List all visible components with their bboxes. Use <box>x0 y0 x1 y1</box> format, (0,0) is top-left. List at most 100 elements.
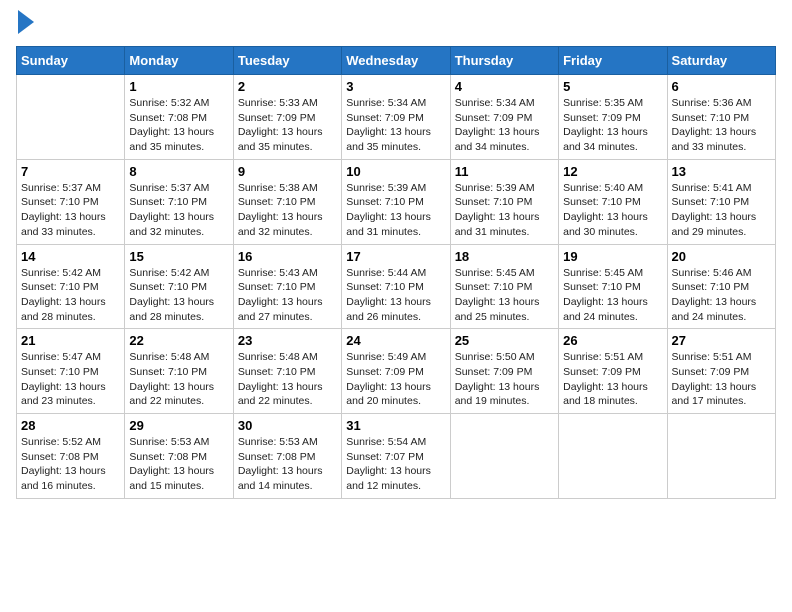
calendar-cell: 6 Sunrise: 5:36 AMSunset: 7:10 PMDaylight… <box>667 75 775 160</box>
calendar-cell: 9 Sunrise: 5:38 AMSunset: 7:10 PMDaylight… <box>233 159 341 244</box>
calendar-body: 1 Sunrise: 5:32 AMSunset: 7:08 PMDaylight… <box>17 75 776 499</box>
calendar-cell: 7 Sunrise: 5:37 AMSunset: 7:10 PMDaylight… <box>17 159 125 244</box>
calendar-week-row: 28Sunrise: 5:52 AMSunset: 7:08 PMDayligh… <box>17 414 776 499</box>
weekday-header-tuesday: Tuesday <box>233 47 341 75</box>
day-number: 17 <box>346 249 445 264</box>
day-number: 26 <box>563 333 662 348</box>
day-number: 9 <box>238 164 337 179</box>
day-number: 14 <box>21 249 120 264</box>
logo-icon <box>16 16 34 36</box>
calendar-table: SundayMondayTuesdayWednesdayThursdayFrid… <box>16 46 776 499</box>
day-info: Sunrise: 5:46 AMSunset: 7:10 PMDaylight:… <box>672 266 771 325</box>
calendar-cell: 3Sunrise: 5:34 AMSunset: 7:09 PMDaylight… <box>342 75 450 160</box>
day-info: Sunrise: 5:37 AMSunset: 7:10 PMDaylight:… <box>129 181 228 240</box>
day-number: 29 <box>129 418 228 433</box>
calendar-week-row: 14 Sunrise: 5:42 AMSunset: 7:10 PMDayligh… <box>17 244 776 329</box>
day-number: 31 <box>346 418 445 433</box>
calendar-cell: 16 Sunrise: 5:43 AMSunset: 7:10 PMDayligh… <box>233 244 341 329</box>
day-number: 24 <box>346 333 445 348</box>
day-number: 3 <box>346 79 445 94</box>
day-info: Sunrise: 5:35 AMSunset: 7:09 PMDaylight:… <box>563 96 662 155</box>
calendar-cell <box>667 414 775 499</box>
page-container: SundayMondayTuesdayWednesdayThursdayFrid… <box>0 0 792 509</box>
calendar-cell <box>17 75 125 160</box>
calendar-cell: 4 Sunrise: 5:34 AMSunset: 7:09 PMDaylight… <box>450 75 558 160</box>
calendar-cell: 15 Sunrise: 5:42 AMSunset: 7:10 PMDayligh… <box>125 244 233 329</box>
day-number: 5 <box>563 79 662 94</box>
day-info: Sunrise: 5:50 AMSunset: 7:09 PMDaylight:… <box>455 350 554 409</box>
calendar-cell: 18 Sunrise: 5:45 AMSunset: 7:10 PMDayligh… <box>450 244 558 329</box>
day-number: 16 <box>238 249 337 264</box>
day-number: 2 <box>238 79 337 94</box>
day-number: 19 <box>563 249 662 264</box>
day-number: 10 <box>346 164 445 179</box>
calendar-cell: 1 Sunrise: 5:32 AMSunset: 7:08 PMDaylight… <box>125 75 233 160</box>
calendar-cell: 29 Sunrise: 5:53 AMSunset: 7:08 PMDayligh… <box>125 414 233 499</box>
day-info: Sunrise: 5:51 AMSunset: 7:09 PMDaylight:… <box>563 350 662 409</box>
day-info: Sunrise: 5:52 AMSunset: 7:08 PMDaylight:… <box>21 435 120 494</box>
day-info: Sunrise: 5:53 AMSunset: 7:08 PMDaylight:… <box>129 435 228 494</box>
weekday-header-thursday: Thursday <box>450 47 558 75</box>
calendar-cell: 21Sunrise: 5:47 AMSunset: 7:10 PMDayligh… <box>17 329 125 414</box>
calendar-cell: 2 Sunrise: 5:33 AMSunset: 7:09 PMDaylight… <box>233 75 341 160</box>
calendar-cell: 20 Sunrise: 5:46 AMSunset: 7:10 PMDayligh… <box>667 244 775 329</box>
day-number: 13 <box>672 164 771 179</box>
calendar-header-row: SundayMondayTuesdayWednesdayThursdayFrid… <box>17 47 776 75</box>
calendar-cell: 26 Sunrise: 5:51 AMSunset: 7:09 PMDayligh… <box>559 329 667 414</box>
weekday-header-monday: Monday <box>125 47 233 75</box>
day-info: Sunrise: 5:41 AMSunset: 7:10 PMDaylight:… <box>672 181 771 240</box>
weekday-header-sunday: Sunday <box>17 47 125 75</box>
day-info: Sunrise: 5:33 AMSunset: 7:09 PMDaylight:… <box>238 96 337 155</box>
day-number: 15 <box>129 249 228 264</box>
weekday-header-saturday: Saturday <box>667 47 775 75</box>
weekday-header-friday: Friday <box>559 47 667 75</box>
calendar-cell: 10 Sunrise: 5:39 AMSunset: 7:10 PMDayligh… <box>342 159 450 244</box>
day-info: Sunrise: 5:51 AMSunset: 7:09 PMDaylight:… <box>672 350 771 409</box>
day-info: Sunrise: 5:48 AMSunset: 7:10 PMDaylight:… <box>238 350 337 409</box>
day-number: 20 <box>672 249 771 264</box>
day-info: Sunrise: 5:45 AMSunset: 7:10 PMDaylight:… <box>563 266 662 325</box>
day-number: 6 <box>672 79 771 94</box>
calendar-cell <box>450 414 558 499</box>
day-info: Sunrise: 5:37 AMSunset: 7:10 PMDaylight:… <box>21 181 120 240</box>
day-number: 23 <box>238 333 337 348</box>
logo <box>16 16 34 36</box>
calendar-cell: 23 Sunrise: 5:48 AMSunset: 7:10 PMDayligh… <box>233 329 341 414</box>
day-number: 30 <box>238 418 337 433</box>
day-number: 8 <box>129 164 228 179</box>
day-info: Sunrise: 5:39 AMSunset: 7:10 PMDaylight:… <box>346 181 445 240</box>
day-info: Sunrise: 5:32 AMSunset: 7:08 PMDaylight:… <box>129 96 228 155</box>
calendar-cell: 22Sunrise: 5:48 AMSunset: 7:10 PMDayligh… <box>125 329 233 414</box>
day-number: 25 <box>455 333 554 348</box>
calendar-cell: 27Sunrise: 5:51 AMSunset: 7:09 PMDayligh… <box>667 329 775 414</box>
calendar-cell: 14Sunrise: 5:42 AMSunset: 7:10 PMDayligh… <box>17 244 125 329</box>
day-info: Sunrise: 5:45 AMSunset: 7:10 PMDaylight:… <box>455 266 554 325</box>
day-number: 7 <box>21 164 120 179</box>
day-info: Sunrise: 5:53 AMSunset: 7:08 PMDaylight:… <box>238 435 337 494</box>
calendar-cell: 11Sunrise: 5:39 AMSunset: 7:10 PMDayligh… <box>450 159 558 244</box>
day-info: Sunrise: 5:47 AMSunset: 7:10 PMDaylight:… <box>21 350 120 409</box>
day-info: Sunrise: 5:34 AMSunset: 7:09 PMDaylight:… <box>455 96 554 155</box>
day-info: Sunrise: 5:42 AMSunset: 7:10 PMDaylight:… <box>129 266 228 325</box>
calendar-cell <box>559 414 667 499</box>
day-number: 18 <box>455 249 554 264</box>
day-number: 4 <box>455 79 554 94</box>
day-info: Sunrise: 5:38 AMSunset: 7:10 PMDaylight:… <box>238 181 337 240</box>
day-info: Sunrise: 5:49 AMSunset: 7:09 PMDaylight:… <box>346 350 445 409</box>
day-number: 12 <box>563 164 662 179</box>
day-number: 1 <box>129 79 228 94</box>
day-info: Sunrise: 5:44 AMSunset: 7:10 PMDaylight:… <box>346 266 445 325</box>
day-info: Sunrise: 5:40 AMSunset: 7:10 PMDaylight:… <box>563 181 662 240</box>
calendar-cell: 28Sunrise: 5:52 AMSunset: 7:08 PMDayligh… <box>17 414 125 499</box>
calendar-cell: 31 Sunrise: 5:54 AMSunset: 7:07 PMDayligh… <box>342 414 450 499</box>
day-number: 22 <box>129 333 228 348</box>
day-info: Sunrise: 5:54 AMSunset: 7:07 PMDaylight:… <box>346 435 445 494</box>
weekday-header-wednesday: Wednesday <box>342 47 450 75</box>
calendar-week-row: 7 Sunrise: 5:37 AMSunset: 7:10 PMDaylight… <box>17 159 776 244</box>
calendar-cell: 30 Sunrise: 5:53 AMSunset: 7:08 PMDayligh… <box>233 414 341 499</box>
calendar-cell: 8 Sunrise: 5:37 AMSunset: 7:10 PMDaylight… <box>125 159 233 244</box>
day-info: Sunrise: 5:43 AMSunset: 7:10 PMDaylight:… <box>238 266 337 325</box>
day-info: Sunrise: 5:36 AMSunset: 7:10 PMDaylight:… <box>672 96 771 155</box>
calendar-cell: 25 Sunrise: 5:50 AMSunset: 7:09 PMDayligh… <box>450 329 558 414</box>
calendar-cell: 12 Sunrise: 5:40 AMSunset: 7:10 PMDayligh… <box>559 159 667 244</box>
